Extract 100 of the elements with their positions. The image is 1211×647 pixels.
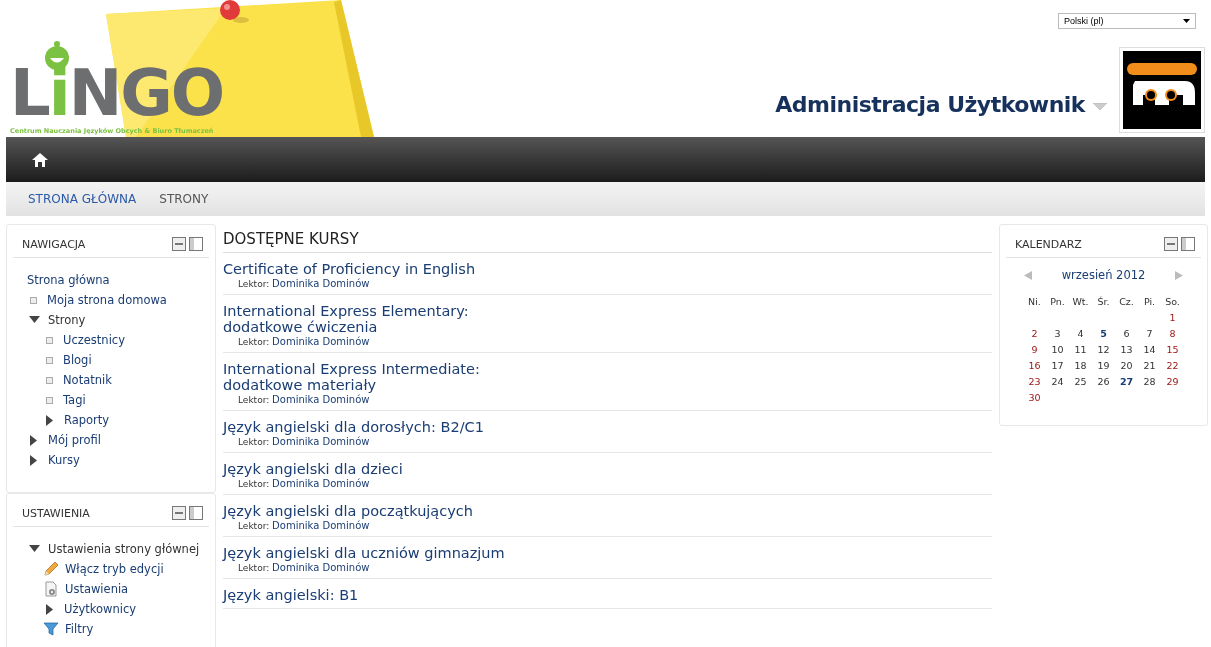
nav-link[interactable]: Mój profil	[48, 433, 102, 447]
calendar-day: 7	[1138, 328, 1161, 339]
course-link[interactable]: Język angielski: B1	[223, 587, 992, 603]
teacher-label: Lektor:	[238, 563, 271, 573]
minimize-icon[interactable]	[172, 237, 186, 251]
calendar-day[interactable]: 5	[1092, 328, 1115, 339]
calendar-day[interactable]: 27	[1115, 376, 1138, 387]
minimize-icon[interactable]	[1164, 237, 1178, 251]
calendar-day: 14	[1138, 344, 1161, 355]
teacher-link[interactable]: Dominika Dominów	[272, 520, 370, 531]
calendar-day: 24	[1046, 376, 1069, 387]
course-link[interactable]: International Express Intermediate: dodatkowe materiały	[223, 361, 992, 393]
language-select[interactable]: Polski (pl)	[1058, 13, 1196, 29]
calendar-day: 2	[1023, 328, 1046, 339]
nav-link[interactable]: Moja strona domowa	[47, 293, 167, 307]
calendar-day: 8	[1161, 328, 1184, 339]
calendar-day: 4	[1069, 328, 1092, 339]
calendar-day: 20	[1115, 360, 1138, 371]
nav-link[interactable]: Ustawienia strony głównej	[48, 542, 200, 556]
teacher-label: Lektor:	[238, 337, 271, 347]
calendar-day: 25	[1069, 376, 1092, 387]
calendar-day: 1	[1161, 312, 1184, 323]
bullet-icon	[30, 296, 37, 304]
calendar-day: 18	[1069, 360, 1092, 371]
nav-link[interactable]: Notatnik	[63, 373, 112, 387]
collapsed-arrow-icon[interactable]	[46, 603, 54, 615]
collapsed-arrow-icon[interactable]	[30, 454, 38, 466]
minimize-icon[interactable]	[172, 506, 186, 520]
calendar-day: 15	[1161, 344, 1184, 355]
nav-link[interactable]: Ustawienia	[65, 582, 129, 596]
course-link[interactable]: Język angielski dla początkujących	[223, 503, 992, 519]
nav-link[interactable]: Filtry	[65, 622, 94, 636]
expanded-arrow-icon[interactable]	[29, 545, 40, 553]
user-name[interactable]: Administracja Użytkownik	[775, 92, 1085, 117]
block-title: NAWIGACJA	[22, 237, 86, 251]
weekday-label: Ni.	[1027, 296, 1042, 307]
nav-link[interactable]: Włącz tryb edycji	[65, 562, 164, 576]
block-title: KALENDARZ	[1015, 237, 1082, 251]
dock-icon[interactable]	[189, 237, 203, 251]
teacher-label: Lektor:	[238, 521, 271, 531]
nav-link[interactable]: Użytkownicy	[64, 602, 137, 616]
weekday-label: Śr.	[1096, 296, 1111, 307]
nav-link[interactable]: Raporty	[64, 413, 110, 427]
calendar-day: 3	[1046, 328, 1069, 339]
calendar-day: 12	[1092, 344, 1115, 355]
calendar-day: 16	[1023, 360, 1046, 371]
calendar-day: 21	[1138, 360, 1161, 371]
bullet-icon	[46, 336, 53, 344]
dock-icon[interactable]	[189, 506, 203, 520]
nav-link[interactable]: Kursy	[48, 453, 80, 467]
nav-link[interactable]: Uczestnicy	[63, 333, 125, 347]
collapsed-arrow-icon[interactable]	[46, 414, 54, 426]
breadcrumb-link[interactable]: STRONY	[159, 192, 209, 206]
nav-link[interactable]: Strony	[48, 313, 86, 327]
teacher-link[interactable]: Dominika Dominów	[272, 394, 370, 405]
course-link[interactable]: Certificate of Proficiency in English	[223, 261, 992, 277]
calendar-day: 26	[1092, 376, 1115, 387]
course-link[interactable]: International Express Elementary: dodatkowe ćwiczenia	[223, 303, 992, 335]
teacher-label: Lektor:	[238, 279, 271, 289]
bullet-icon	[46, 356, 53, 364]
caret-icon	[1183, 19, 1190, 23]
breadcrumb-link[interactable]: STRONA GŁÓWNA	[28, 192, 137, 206]
teacher-link[interactable]: Dominika Dominów	[272, 478, 370, 489]
course-link[interactable]: Język angielski dla dorosłych: B2/C1	[223, 419, 992, 435]
course-link[interactable]: Język angielski dla uczniów gimnazjum	[223, 545, 992, 561]
weekday-label: Cz.	[1118, 296, 1135, 307]
teacher-link[interactable]: Dominika Dominów	[272, 436, 370, 447]
teacher-label: Lektor:	[238, 395, 271, 405]
calendar-day: 10	[1046, 344, 1069, 355]
bullet-icon	[46, 376, 53, 384]
home-icon[interactable]	[32, 152, 48, 167]
calendar-day: 6	[1115, 328, 1138, 339]
calendar-day: 13	[1115, 344, 1138, 355]
weekday-label: Wt.	[1071, 296, 1090, 307]
calendar-day: 29	[1161, 376, 1184, 387]
weekday-label: Pi.	[1142, 296, 1157, 307]
course-link[interactable]: Język angielski dla dzieci	[223, 461, 992, 477]
calendar-day: 9	[1023, 344, 1046, 355]
teacher-link[interactable]: Dominika Dominów	[272, 336, 370, 347]
month-link[interactable]: wrzesień 2012	[1061, 268, 1146, 282]
calendar-day: 23	[1023, 376, 1046, 387]
nav-link[interactable]: Strona główna	[27, 273, 110, 287]
expanded-arrow-icon[interactable]	[29, 316, 40, 324]
block-title: USTAWIENIA	[22, 506, 90, 520]
settings-page-icon	[43, 581, 59, 597]
teacher-label: Lektor:	[238, 479, 271, 489]
calendar-day: 22	[1161, 360, 1184, 371]
teacher-link[interactable]: Dominika Dominów	[272, 562, 370, 573]
calendar-day: 28	[1138, 376, 1161, 387]
teacher-label: Lektor:	[238, 437, 271, 447]
calendar-day: 11	[1069, 344, 1092, 355]
section-heading: DOSTĘPNE KURSY	[223, 230, 992, 253]
weekday-label: Pn.	[1049, 296, 1066, 307]
nav-link[interactable]: Tagi	[63, 393, 86, 407]
calendar-day: 30	[1023, 392, 1046, 403]
collapsed-arrow-icon[interactable]	[30, 434, 38, 446]
bullet-icon	[46, 396, 53, 404]
dock-icon[interactable]	[1181, 237, 1195, 251]
nav-link[interactable]: Blogi	[63, 353, 92, 367]
teacher-link[interactable]: Dominika Dominów	[272, 278, 370, 289]
